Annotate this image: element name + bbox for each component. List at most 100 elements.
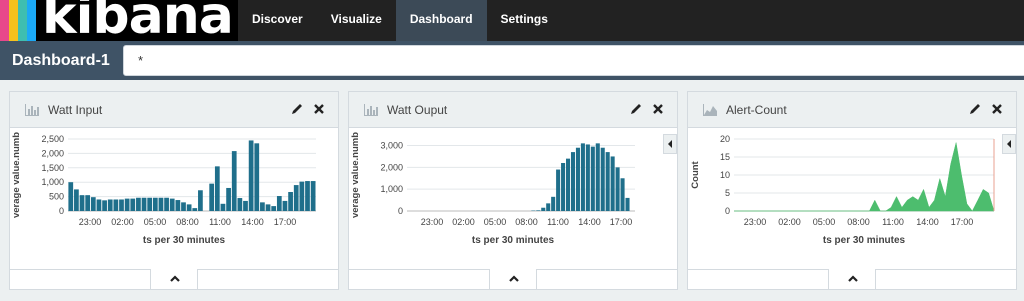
bar bbox=[575, 147, 580, 211]
x-axis-title: ts per 30 minutes bbox=[143, 235, 226, 246]
bar bbox=[590, 146, 595, 211]
bar bbox=[551, 196, 556, 211]
edit-pencil-icon[interactable] bbox=[290, 102, 304, 116]
watt-input-chart: 0 500 1,000 1,500 2,000 2,500 23:00 02:00 05:00 0… bbox=[11, 132, 316, 246]
bar bbox=[169, 198, 175, 211]
bar bbox=[536, 210, 541, 211]
bar bbox=[181, 202, 186, 211]
panel-title: Watt Input bbox=[48, 103, 103, 117]
nav-tab-dashboard[interactable]: Dashboard bbox=[395, 0, 487, 41]
bar bbox=[570, 152, 576, 211]
bar bbox=[605, 152, 610, 211]
x-tick-label: 14:00 bbox=[916, 217, 939, 227]
chevron-left-icon bbox=[1007, 140, 1011, 148]
bar bbox=[147, 197, 153, 211]
x-tick-label: 05:00 bbox=[813, 217, 836, 227]
bar bbox=[243, 200, 248, 211]
x-tick-label: 05:00 bbox=[484, 217, 507, 227]
bar bbox=[265, 204, 271, 211]
chevron-up-icon bbox=[170, 275, 180, 282]
x-tick-label: 08:00 bbox=[847, 217, 870, 227]
x-axis-title: ts per 30 minutes bbox=[823, 235, 906, 246]
x-tick-label: 17:00 bbox=[274, 217, 297, 227]
x-tick-label: 14:00 bbox=[241, 217, 264, 227]
x-tick-label: 11:00 bbox=[882, 217, 904, 227]
x-axis-title: ts per 30 minutes bbox=[472, 235, 555, 246]
x-tick-label: 08:00 bbox=[515, 217, 538, 227]
bar bbox=[580, 143, 585, 211]
legend-toggle-button[interactable] bbox=[663, 134, 677, 154]
x-tick-label: 11:00 bbox=[209, 217, 231, 227]
kibana-logo[interactable]: kibana bbox=[0, 0, 238, 41]
y-tick-label: 20 bbox=[720, 134, 730, 144]
chevron-up-icon bbox=[509, 275, 519, 282]
y-tick-label: 5 bbox=[725, 188, 730, 198]
bar bbox=[119, 199, 124, 211]
bar bbox=[254, 143, 260, 211]
y-tick-label: 2,000 bbox=[380, 162, 403, 172]
edit-pencil-icon[interactable] bbox=[629, 102, 643, 116]
bar bbox=[96, 199, 102, 211]
query-input[interactable]: * bbox=[123, 45, 1024, 76]
bar bbox=[102, 200, 107, 211]
expand-button[interactable] bbox=[489, 269, 537, 290]
bar bbox=[620, 178, 625, 211]
bar bbox=[546, 203, 551, 211]
x-tick-label: 23:00 bbox=[744, 217, 767, 227]
logo-stripe-pink bbox=[0, 0, 9, 41]
logo-stripe-teal bbox=[18, 0, 27, 41]
bar bbox=[107, 199, 113, 211]
x-tick-label: 08:00 bbox=[176, 217, 199, 227]
bar bbox=[310, 181, 316, 211]
logo-stripe-yellow bbox=[9, 0, 18, 41]
chevron-up-icon bbox=[848, 275, 858, 282]
panel-title: Alert-Count bbox=[726, 103, 787, 117]
bar bbox=[152, 197, 158, 211]
expand-button[interactable] bbox=[150, 269, 198, 290]
legend-toggle-button[interactable] bbox=[1002, 134, 1016, 154]
bar bbox=[198, 190, 203, 211]
y-axis-title: verage value.numb bbox=[11, 132, 22, 218]
bar bbox=[615, 167, 620, 211]
close-icon[interactable] bbox=[312, 102, 326, 116]
bar bbox=[293, 185, 299, 211]
x-tick-label: 23:00 bbox=[421, 217, 444, 227]
area-chart-icon bbox=[703, 104, 717, 116]
x-tick-label: 11:00 bbox=[547, 217, 569, 227]
bar bbox=[141, 197, 147, 211]
dashboard-bar: Dashboard-1 * bbox=[0, 41, 1024, 80]
top-navbar: kibana Discover Visualize Dashboard Sett… bbox=[0, 0, 1024, 41]
bar bbox=[276, 196, 282, 211]
bar bbox=[192, 208, 198, 211]
y-tick-label: 10 bbox=[720, 170, 730, 180]
y-tick-label: 500 bbox=[49, 192, 64, 202]
nav-tab-settings[interactable]: Settings bbox=[487, 0, 562, 41]
y-tick-label: 2,000 bbox=[41, 148, 64, 158]
bar bbox=[260, 202, 265, 211]
y-tick-label: 0 bbox=[398, 206, 403, 216]
y-axis-title: verage value.numb bbox=[350, 132, 361, 218]
main-nav: Discover Visualize Dashboard Settings bbox=[238, 0, 562, 41]
nav-tab-discover[interactable]: Discover bbox=[238, 0, 317, 41]
bar bbox=[175, 200, 181, 211]
bar bbox=[625, 197, 630, 211]
bar bbox=[164, 197, 169, 211]
bar bbox=[85, 195, 91, 211]
edit-pencil-icon[interactable] bbox=[968, 102, 982, 116]
nav-tab-visualize[interactable]: Visualize bbox=[317, 0, 396, 41]
bar bbox=[214, 166, 220, 211]
bar bbox=[220, 203, 226, 211]
close-icon[interactable] bbox=[651, 102, 665, 116]
bar bbox=[600, 147, 605, 211]
x-tick-label: 02:00 bbox=[778, 217, 801, 227]
watt-ouput-chart: 0 1,000 2,000 3,000 23:00 02:00 05:00 08:00 11:0… bbox=[350, 132, 635, 246]
bar bbox=[237, 198, 243, 211]
panel-alert-count: Alert-Count 0 5 10 15 20 23:00 02:00 05:00 08:00… bbox=[687, 91, 1017, 290]
bar bbox=[305, 181, 310, 211]
bar bbox=[124, 198, 130, 211]
bar bbox=[113, 199, 119, 211]
expand-button[interactable] bbox=[828, 269, 876, 290]
x-tick-label: 02:00 bbox=[452, 217, 475, 227]
close-icon[interactable] bbox=[990, 102, 1004, 116]
dashboard-title: Dashboard-1 bbox=[12, 52, 110, 69]
